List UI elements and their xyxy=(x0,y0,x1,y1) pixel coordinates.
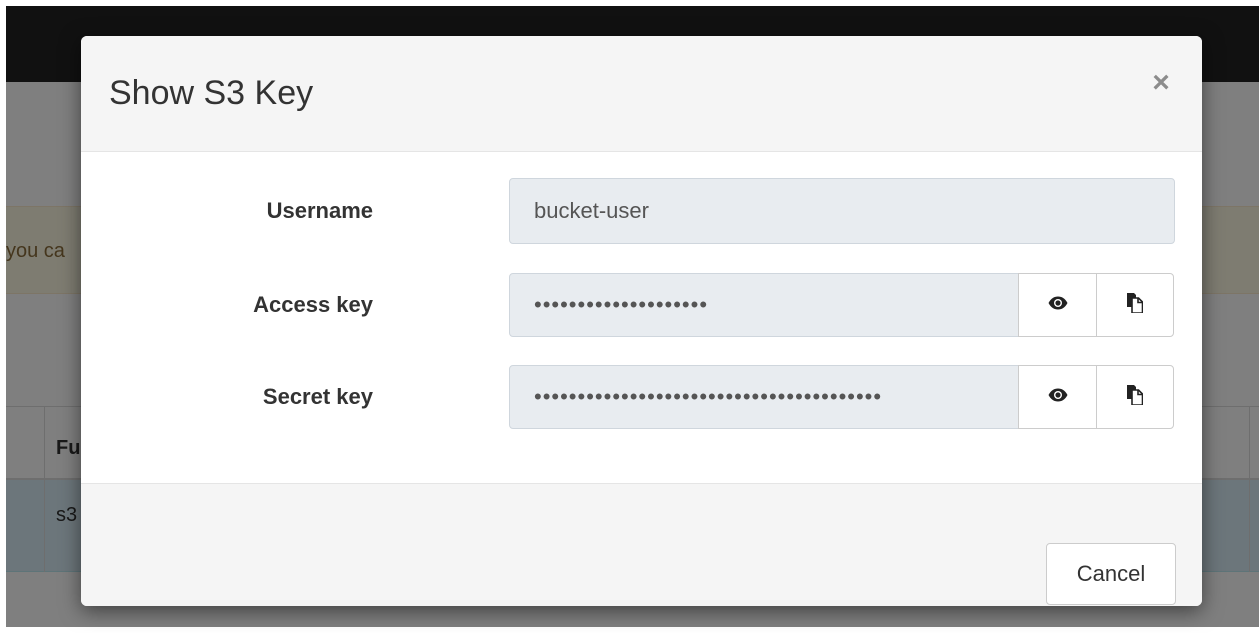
eye-icon xyxy=(1048,388,1068,407)
show-secret-key-button[interactable] xyxy=(1018,365,1096,429)
modal-footer: Cancel xyxy=(81,483,1202,606)
show-s3-key-dialog: Show S3 Key × Username bucket-user Acces… xyxy=(81,36,1202,606)
copy-access-key-button[interactable] xyxy=(1096,273,1174,337)
cancel-button[interactable]: Cancel xyxy=(1046,543,1176,605)
eye-icon xyxy=(1048,296,1068,315)
username-row: Username bucket-user xyxy=(81,178,1202,244)
secret-key-field[interactable]: •••••••••••••••••••••••••••••••••••••••• xyxy=(509,365,1019,429)
access-key-field[interactable]: •••••••••••••••••••• xyxy=(509,273,1019,337)
copy-secret-key-button[interactable] xyxy=(1096,365,1174,429)
close-icon[interactable]: × xyxy=(1144,66,1178,100)
access-key-label: Access key xyxy=(253,292,373,317)
modal-title: Show S3 Key xyxy=(109,74,314,112)
username-field[interactable]: bucket-user xyxy=(509,178,1175,244)
access-key-row: Access key •••••••••••••••••••• xyxy=(81,273,1202,337)
username-label: Username xyxy=(266,198,373,223)
modal-header: Show S3 Key × xyxy=(81,36,1202,152)
clipboard-icon xyxy=(1127,292,1144,318)
secret-key-label: Secret key xyxy=(262,384,373,409)
secret-key-row: Secret key •••••••••••••••••••••••••••••… xyxy=(81,365,1202,429)
clipboard-icon xyxy=(1127,384,1144,410)
show-access-key-button[interactable] xyxy=(1018,273,1096,337)
